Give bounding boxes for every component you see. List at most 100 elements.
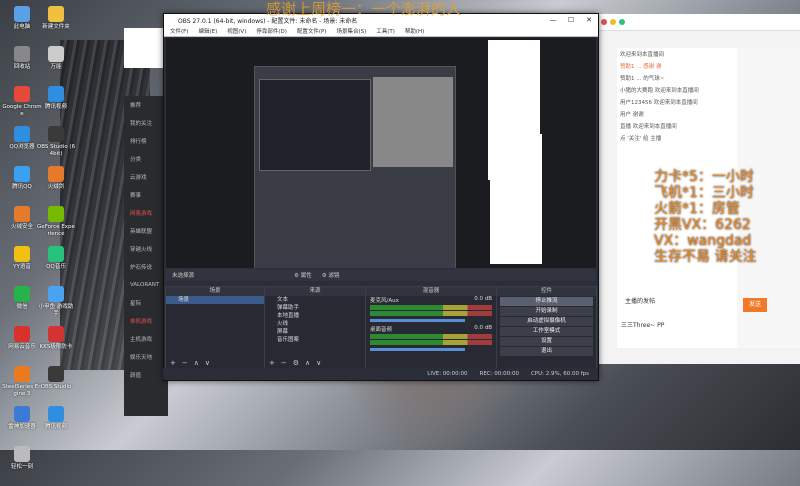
menu-item[interactable]: 工具(T): [376, 27, 395, 35]
desktop-icon[interactable]: KKS极限防卡: [36, 326, 76, 364]
volume-slider[interactable]: [370, 319, 465, 322]
sidebar-item[interactable]: 主机游戏: [124, 330, 168, 348]
desktop-icon-label: 火绒剑: [47, 184, 65, 190]
desktop-icon-label: GeForce Experience: [37, 224, 75, 237]
desktop-icon[interactable]: OBS Studio (64bit): [36, 126, 76, 164]
sidebar-item[interactable]: 炉石传说: [124, 258, 168, 276]
menu-item[interactable]: 文件(F): [170, 27, 188, 35]
control-button[interactable]: 设置: [500, 337, 593, 346]
desktop-icon[interactable]: OBS Studio: [36, 366, 76, 404]
desktop-icon-label: 轻松一刻: [10, 464, 33, 470]
app-icon: [48, 406, 64, 422]
desktop-icon-label: 万能: [50, 64, 62, 70]
chat-line: 欢迎来到本直播间: [620, 52, 665, 58]
preview-chat-capture-2: [490, 134, 542, 264]
obs-docks: 场景 场景 +−∧∨ 来源 文本 弹幕助手 本地直播 火线 屏幕 音乐图案 +−⚙∧∨ 混…: [163, 286, 597, 370]
source-item[interactable]: 屏幕: [265, 328, 365, 336]
sidebar-item[interactable]: 排行榜: [124, 132, 168, 150]
source-item[interactable]: 弹幕助手: [265, 304, 365, 312]
scene-item[interactable]: 场景: [166, 296, 264, 304]
nested-preview-screen: [259, 79, 371, 171]
app-icon: [48, 86, 64, 102]
desktop-icon[interactable]: 腾讯视频: [36, 406, 76, 444]
source-item[interactable]: 文本: [265, 296, 365, 304]
sidebar-item[interactable]: 赛事: [124, 186, 168, 204]
sidebar-item[interactable]: 颜值: [124, 366, 168, 384]
channel-db: 0.0 dB: [474, 296, 492, 302]
desktop-icon[interactable]: 新建文件夹: [36, 6, 76, 44]
source-item[interactable]: 本地直播: [265, 312, 365, 320]
desktop-icon-label: QQ音乐: [46, 264, 66, 270]
dot-icon: [601, 19, 607, 25]
app-icon: [48, 246, 64, 262]
source-toolbar: 未选择源 ⚙ 属性 ⚙ 滤镜: [166, 269, 596, 281]
menu-item[interactable]: 视图(V): [227, 27, 246, 35]
obs-statusbar: LIVE: 00:00:00 REC: 00:00:00 CPU: 2.9%, …: [163, 368, 597, 379]
sidebar-item[interactable]: 娱乐天地: [124, 348, 168, 366]
chat-line: 小猪的大赛跑 欢迎来到本直播间: [620, 88, 699, 94]
sources-footer[interactable]: +−⚙∧∨: [269, 359, 327, 367]
maximize-icon[interactable]: ☐: [562, 14, 580, 26]
sidebar-item[interactable]: 穿越火线: [124, 240, 168, 258]
side-line: 三三Three~ PP: [621, 322, 665, 329]
minimize-icon[interactable]: —: [544, 14, 562, 26]
desktop-icon[interactable]: 小甲鱼 游戏助手: [36, 286, 76, 324]
desktop-icon[interactable]: 轻松一刻: [2, 446, 42, 484]
desktop-icon[interactable]: 万能: [36, 46, 76, 84]
properties-button[interactable]: ⚙ 属性: [294, 271, 312, 279]
source-item[interactable]: 火线: [265, 320, 365, 328]
filters-button[interactable]: ⚙ 滤镜: [322, 271, 340, 279]
obs-preview[interactable]: [166, 38, 596, 268]
app-sidebar: 推荐 我的关注 排行榜 分类 云游戏 赛事 网易游戏 英雄联盟 穿越火线 炉石传说 VALORANT…: [124, 96, 168, 416]
desktop-icon[interactable]: 火绒剑: [36, 166, 76, 204]
desktop-icon-label: 腾讯视频: [44, 104, 67, 110]
scenes-header: 场景: [166, 287, 264, 296]
menu-item[interactable]: 配置文件(P): [297, 27, 327, 35]
desktop-icon-label: KKS极限防卡: [39, 344, 73, 350]
sidebar-item[interactable]: 星际: [124, 294, 168, 312]
mixer-channel: 桌面音频 0.0 dB: [366, 325, 496, 333]
app-icon: [14, 166, 30, 182]
sidebar-item[interactable]: 单机游戏: [124, 312, 168, 330]
sidebar-item[interactable]: 推荐: [124, 96, 168, 114]
send-button[interactable]: 发送: [743, 298, 767, 312]
sidebar-item[interactable]: 分类: [124, 150, 168, 168]
sidebar-item[interactable]: 云游戏: [124, 168, 168, 186]
nested-preview-browser: [373, 77, 453, 167]
control-button[interactable]: 退出: [500, 347, 593, 356]
app-icon: [14, 406, 30, 422]
browser-address-bar[interactable]: [597, 14, 800, 31]
scenes-footer[interactable]: +−∧∨: [170, 359, 216, 367]
no-source-label: 未选择源: [172, 273, 195, 279]
menu-item[interactable]: 编辑(E): [198, 27, 217, 35]
desktop-icon-label: OBS Studio: [40, 384, 72, 390]
cpu-status: CPU: 2.9%, 60.00 fps: [530, 370, 589, 377]
sidebar-item[interactable]: 网易游戏: [124, 204, 168, 222]
menu-item[interactable]: 场景集合(S): [336, 27, 366, 35]
sidebar-item[interactable]: 我的关注: [124, 114, 168, 132]
desktop-icon[interactable]: QQ音乐: [36, 246, 76, 284]
sidebar-item[interactable]: 英雄联盟: [124, 222, 168, 240]
app-icon: [14, 86, 30, 102]
volume-meter: [370, 311, 492, 316]
desktop-icon-label: OBS Studio (64bit): [36, 144, 76, 157]
source-item[interactable]: 音乐图案: [265, 336, 365, 344]
sidebar-item[interactable]: VALORANT: [124, 276, 168, 294]
menu-item[interactable]: 帮助(H): [405, 27, 424, 35]
app-icon: [48, 46, 64, 62]
app-icon: [14, 286, 30, 302]
app-icon: [14, 6, 30, 22]
control-button[interactable]: 停止推流: [500, 297, 593, 306]
app-header: [124, 28, 168, 68]
control-button[interactable]: 开始录制: [500, 307, 593, 316]
volume-slider[interactable]: [370, 348, 465, 351]
close-icon[interactable]: ✕: [580, 14, 598, 26]
desktop-icon-label: 小甲鱼 游戏助手: [38, 304, 74, 317]
menu-item[interactable]: 停靠部件(D): [256, 27, 287, 35]
desktop-icon[interactable]: 腾讯视频: [36, 86, 76, 124]
chat-line: 点 '关注' 给 主播: [620, 136, 662, 142]
control-button[interactable]: 启动虚拟摄像机: [500, 317, 593, 326]
app-icon: [48, 366, 64, 382]
control-button[interactable]: 工作室模式: [500, 327, 593, 336]
desktop-icon[interactable]: GeForce Experience: [36, 206, 76, 244]
